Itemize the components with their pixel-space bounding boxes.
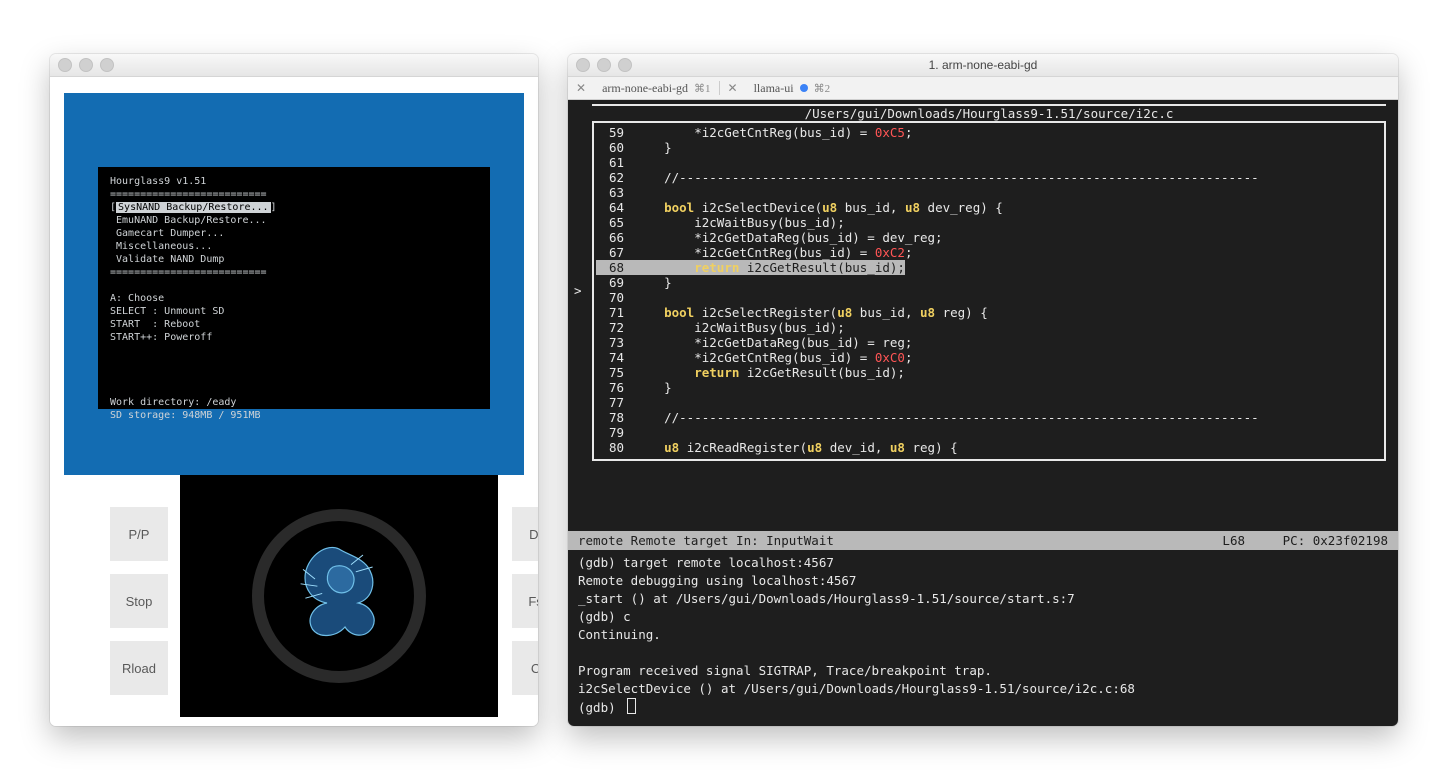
bottom-screen-area[interactable]: [180, 475, 498, 717]
status-pc: PC: 0x23f02198: [1283, 533, 1388, 548]
top-screen-area: Hourglass9 v1.51 =======================…: [64, 93, 524, 475]
console-line: Program received signal SIGTRAP, Trace/b…: [578, 662, 1388, 680]
source-code-box: 59 *i2cGetCntReg(bus_id) = 0xC5;60 }6162…: [592, 123, 1386, 461]
console-line: [578, 644, 1388, 662]
stop-button[interactable]: Stop: [110, 574, 168, 628]
play-pause-button[interactable]: P/P: [110, 507, 168, 561]
source-line: 73 *i2cGetDataReg(bus_id) = reg;: [596, 335, 1374, 350]
console-line: (gdb) target remote localhost:4567: [578, 554, 1388, 572]
fullscreen-button[interactable]: Fscr: [512, 574, 538, 628]
tab-llama-ui[interactable]: llama-ui ⌘2: [746, 81, 838, 96]
source-line: 75 return i2cGetResult(bus_id);: [596, 365, 1374, 380]
status-target: remote Remote target In: InputWait: [578, 533, 834, 548]
source-line: 79: [596, 425, 1374, 440]
source-line: 65 i2cWaitBusy(bus_id);: [596, 215, 1374, 230]
source-line: 69 }: [596, 275, 1374, 290]
source-line: 60 }: [596, 140, 1374, 155]
gdb-console[interactable]: (gdb) target remote localhost:4567Remote…: [568, 550, 1398, 726]
hourglass9-console: Hourglass9 v1.51 =======================…: [98, 167, 490, 409]
reload-button[interactable]: Rload: [110, 641, 168, 695]
console-line: Remote debugging using localhost:4567: [578, 572, 1388, 590]
console-line: _start () at /Users/gui/Downloads/Hourgl…: [578, 590, 1388, 608]
terminal-title: 1. arm-none-eabi-gd: [568, 58, 1398, 72]
tab-arm-none-eabi-gd[interactable]: arm-none-eabi-gd ⌘1: [594, 81, 718, 96]
source-line: 76 }: [596, 380, 1374, 395]
console-line: (gdb) c: [578, 608, 1388, 626]
gdb-prompt[interactable]: (gdb): [578, 698, 1388, 717]
config-button[interactable]: Cfg: [512, 641, 538, 695]
source-line: 61: [596, 155, 1374, 170]
console-line: i2cSelectDevice () at /Users/gui/Downloa…: [578, 680, 1388, 698]
tab-label: arm-none-eabi-gd: [602, 81, 688, 96]
source-line: 77: [596, 395, 1374, 410]
status-line: L68: [1222, 533, 1245, 548]
dirty-indicator-icon: [800, 84, 808, 92]
close-icon[interactable]: [58, 58, 72, 72]
tab-label: llama-ui: [754, 81, 794, 96]
debug-button[interactable]: Dbg: [512, 507, 538, 561]
terminal-window: 1. arm-none-eabi-gd ✕ arm-none-eabi-gd ⌘…: [568, 54, 1398, 726]
tab-shortcut: ⌘1: [694, 82, 711, 95]
emulator-window: Hourglass9 v1.51 =======================…: [50, 54, 538, 726]
emulator-titlebar[interactable]: [50, 54, 538, 77]
source-pane[interactable]: /Users/gui/Downloads/Hourglass9-1.51/sou…: [568, 100, 1398, 531]
source-line: 66 *i2cGetDataReg(bus_id) = dev_reg;: [596, 230, 1374, 245]
source-line: 72 i2cWaitBusy(bus_id);: [596, 320, 1374, 335]
zoom-icon[interactable]: [100, 58, 114, 72]
tab-shortcut: ⌘2: [814, 82, 831, 95]
splash-ring: [252, 509, 426, 683]
terminal-tabstrip: ✕ arm-none-eabi-gd ⌘1 ✕ llama-ui ⌘2: [568, 77, 1398, 100]
source-line: 68 return i2cGetResult(bus_id);: [596, 260, 1374, 275]
source-line: 64 bool i2cSelectDevice(u8 bus_id, u8 de…: [596, 200, 1374, 215]
close-tab-icon[interactable]: ✕: [720, 81, 746, 96]
source-line: 80 u8 i2cReadRegister(u8 dev_id, u8 reg)…: [596, 440, 1374, 455]
source-line: 59 *i2cGetCntReg(bus_id) = 0xC5;: [596, 125, 1374, 140]
source-line: 70: [596, 290, 1374, 305]
source-line: 62 //-----------------------------------…: [596, 170, 1374, 185]
terminal-titlebar[interactable]: 1. arm-none-eabi-gd: [568, 54, 1398, 77]
gdb-status-bar: remote Remote target In: InputWait L68 P…: [568, 531, 1398, 550]
source-line: 71 bool i2cSelectRegister(u8 bus_id, u8 …: [596, 305, 1374, 320]
minimize-icon[interactable]: [79, 58, 93, 72]
source-line: 67 *i2cGetCntReg(bus_id) = 0xC2;: [596, 245, 1374, 260]
source-file-path: /Users/gui/Downloads/Hourglass9-1.51/sou…: [592, 104, 1386, 123]
dragon-icon: [279, 531, 399, 651]
source-line: 63: [596, 185, 1374, 200]
source-line: 74 *i2cGetCntReg(bus_id) = 0xC0;: [596, 350, 1374, 365]
console-line: Continuing.: [578, 626, 1388, 644]
source-line: 78 //-----------------------------------…: [596, 410, 1374, 425]
close-tab-icon[interactable]: ✕: [568, 81, 594, 96]
